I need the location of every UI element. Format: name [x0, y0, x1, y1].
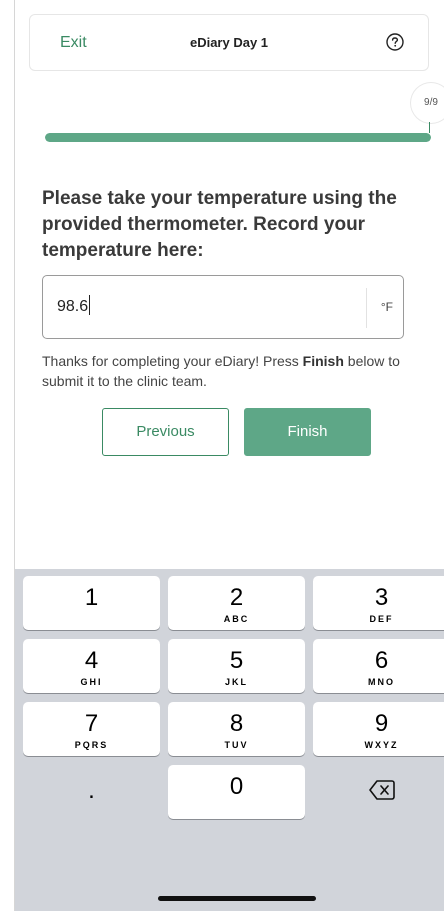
key-2[interactable]: 2 ABC [168, 576, 305, 630]
temperature-input[interactable]: 98.6 °F [42, 275, 404, 339]
header-bar: Exit eDiary Day 1 [29, 14, 429, 71]
key-5[interactable]: 5 JKL [168, 639, 305, 693]
backspace-icon [369, 780, 395, 800]
key-8[interactable]: 8 TUV [168, 702, 305, 756]
key-1[interactable]: 1 [23, 576, 160, 630]
temperature-value[interactable]: 98.6 [57, 276, 91, 338]
key-9[interactable]: 9 WXYZ [313, 702, 444, 756]
page-title: eDiary Day 1 [189, 35, 269, 50]
text-caret [89, 295, 91, 315]
unit-divider [366, 288, 367, 328]
backspace-key[interactable] [313, 765, 444, 819]
progress-marker [429, 122, 430, 133]
completion-note: Thanks for completing your eDiary! Press… [42, 353, 400, 389]
key-7[interactable]: 7 PQRS [23, 702, 160, 756]
key-6[interactable]: 6 MNO [313, 639, 444, 693]
key-4[interactable]: 4 GHI [23, 639, 160, 693]
numeric-keypad: 1 2 ABC 3 DEF 4 GHI 5 JKL 6 MNO 7 PQRS 8 [15, 569, 444, 911]
key-3[interactable]: 3 DEF [313, 576, 444, 630]
progress-bar [45, 133, 431, 142]
progress-bar-fill [45, 133, 431, 142]
finish-button[interactable]: Finish [244, 408, 371, 456]
home-indicator[interactable] [158, 896, 316, 901]
temperature-unit: °F [380, 300, 393, 314]
question-text: Please take your temperature using the p… [42, 188, 397, 261]
previous-button[interactable]: Previous [102, 408, 229, 456]
key-0[interactable]: 0 [168, 765, 305, 819]
progress-badge: 9/9 [411, 83, 444, 123]
question-circle-icon[interactable] [386, 33, 404, 51]
finish-emphasis: Finish [302, 353, 344, 369]
app-screen: Exit eDiary Day 1 9/9 Please take your t… [14, 0, 444, 911]
key-decimal[interactable]: . [23, 765, 160, 819]
